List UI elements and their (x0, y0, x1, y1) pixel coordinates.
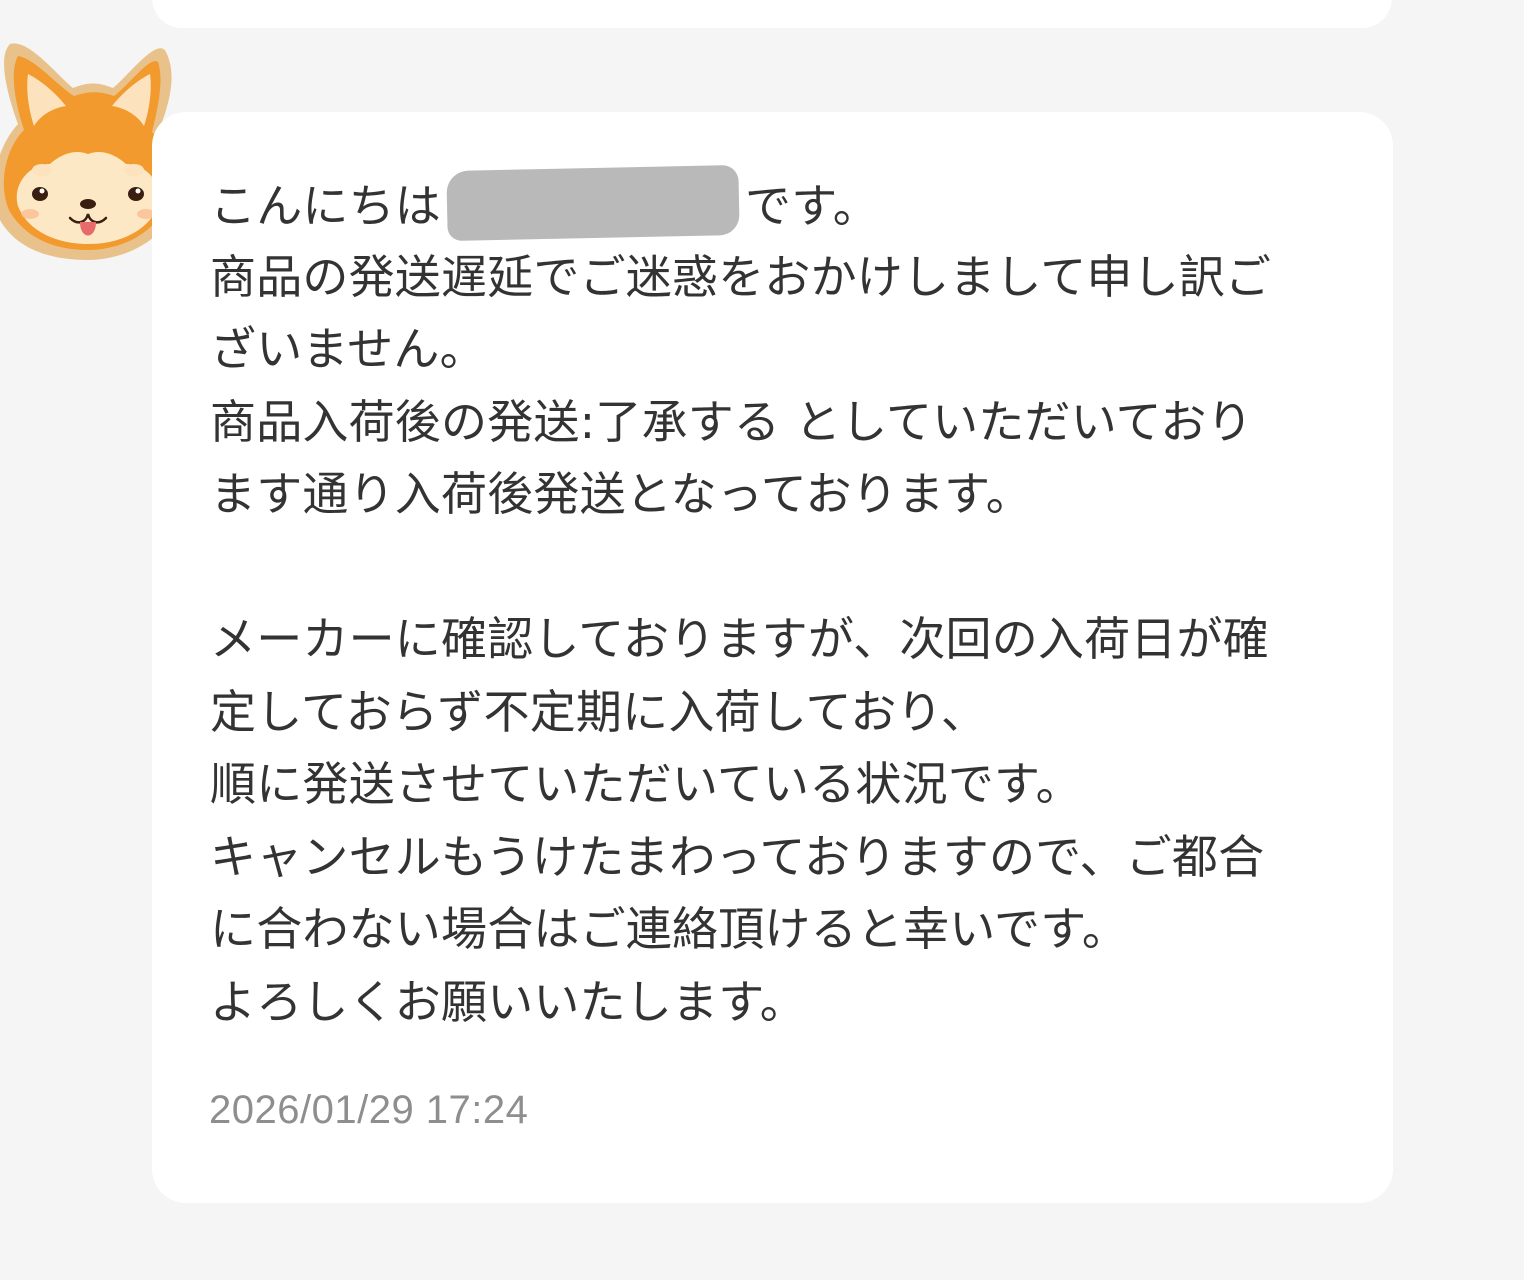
greeting-prefix: こんにちは (210, 179, 441, 233)
message-line: 順に発送させていただいている状況です。 (210, 757, 1082, 811)
message-timestamp: 2026/01/29 17:24 (209, 1088, 529, 1132)
message-line: 商品入荷後の発送:了承する としていただいており (210, 394, 1253, 449)
redacted-name (446, 164, 740, 242)
greeting-suffix: です。 (745, 179, 879, 233)
message-line: メーカーに確認しておりますが、次回の入荷日が確 (210, 612, 1269, 666)
message-text: こんにちは です。 商品の発送遅延でご迷惑をおかけしまして申し訳ご ざいません。 … (210, 164, 1340, 1038)
previous-message-bubble (152, 0, 1392, 28)
greeting-line: こんにちは です。 (210, 164, 1340, 242)
chat-screen: こんにちは です。 商品の発送遅延でご迷惑をおかけしまして申し訳ご ざいません。 … (0, 0, 1524, 1280)
message-line: よろしくお願いいたします。 (210, 974, 806, 1029)
message-line: キャンセルもうけたまわっておりますので、ご都合 (210, 829, 1265, 884)
message-line: ます通り入荷後発送となっております。 (210, 467, 1032, 521)
message-line: 定しておらず不定期に入荷しており、 (210, 684, 988, 739)
message-line: 商品の発送遅延でご迷惑をおかけしまして申し訳ご (210, 249, 1272, 304)
message-line: ざいません。 (210, 322, 486, 376)
message-line: に合わない場合はご連絡頂けると幸いです。 (210, 902, 1129, 956)
